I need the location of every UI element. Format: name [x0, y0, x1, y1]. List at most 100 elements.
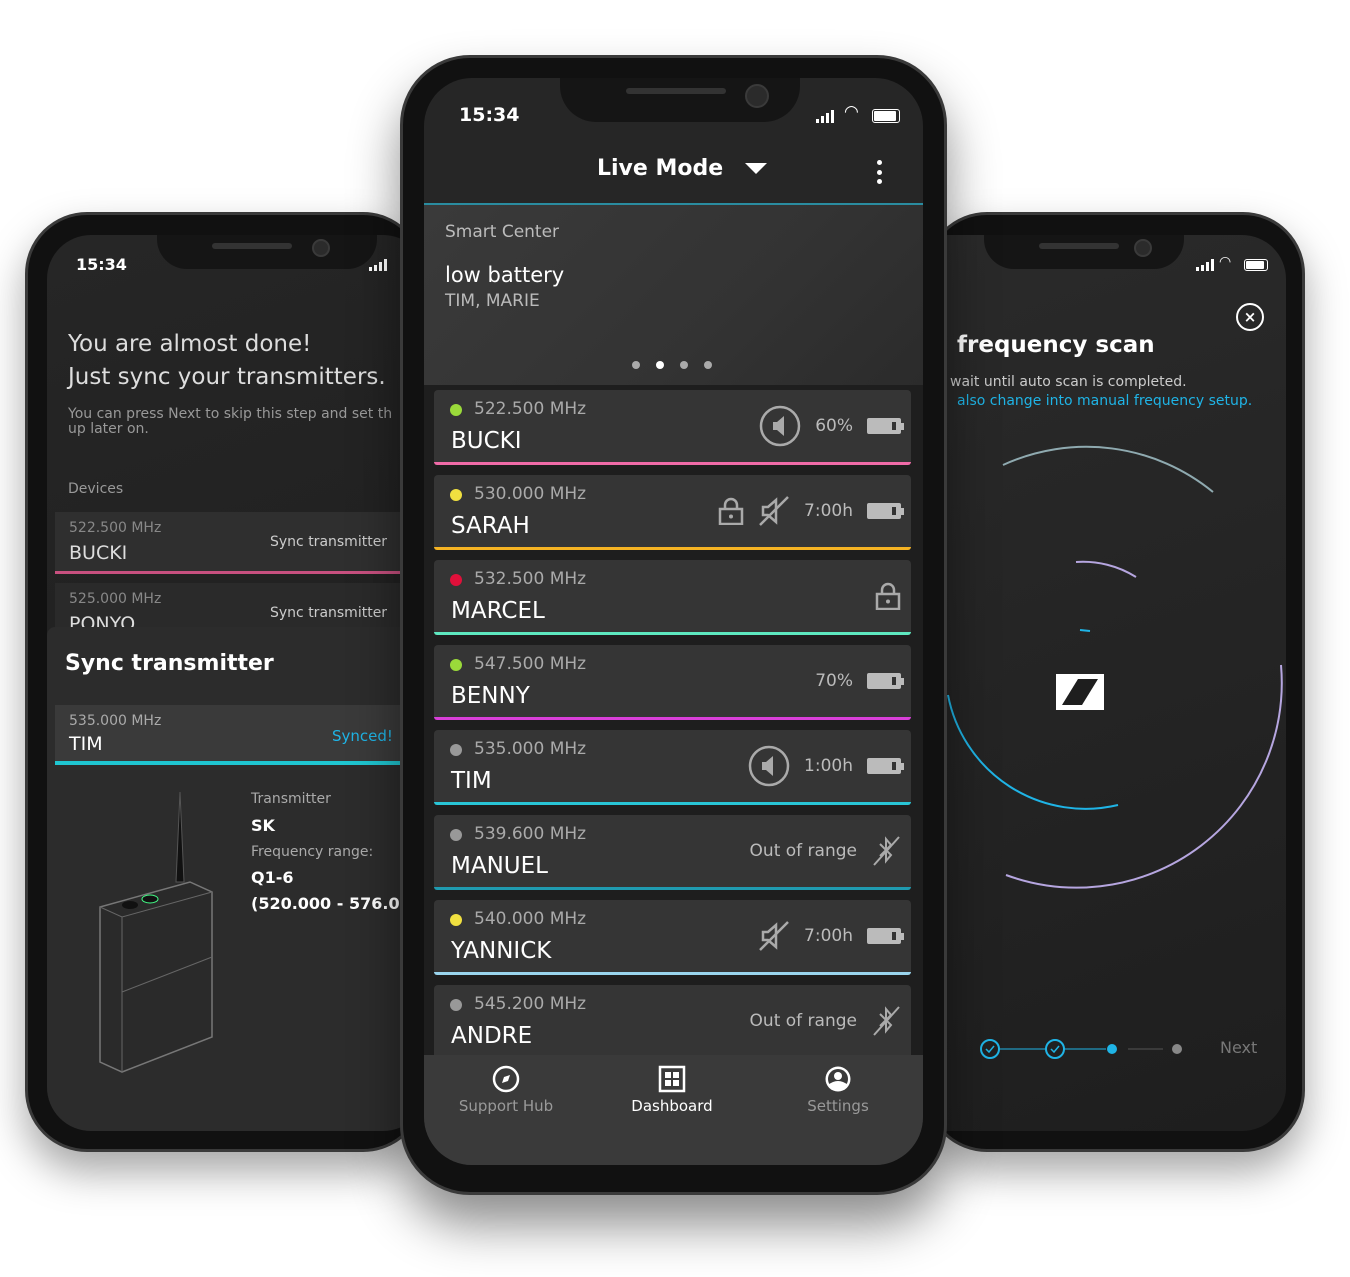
battery-icon	[867, 928, 904, 944]
channel-frequency: 545.200 MHz	[474, 994, 587, 1014]
channel-name: SARAH	[451, 513, 530, 539]
scan-title: frequency scan	[957, 332, 1155, 358]
close-icon: ×	[1243, 308, 1257, 326]
speaker-icon[interactable]	[759, 405, 801, 447]
status-dot	[450, 999, 462, 1011]
compass-icon	[492, 1065, 520, 1093]
page-dot[interactable]	[704, 361, 712, 369]
channel-status: Out of range	[749, 841, 857, 861]
next-button[interactable]: Next	[1220, 1038, 1257, 1057]
synced-status: Synced!	[332, 727, 393, 745]
heading-line1: You are almost done!	[68, 331, 312, 357]
channel-name: ANDRE	[451, 1023, 533, 1049]
nav-settings[interactable]: Settings	[768, 1065, 908, 1115]
speaker-icon[interactable]	[748, 745, 790, 787]
synced-device-row: 535.000 MHz TIM Synced!	[55, 705, 427, 765]
range-label: Frequency range:	[251, 844, 374, 860]
battery-icon	[867, 418, 904, 434]
battery-icon	[867, 503, 904, 519]
channel-card[interactable]: 530.000 MHz SARAH 7:00h	[434, 475, 911, 550]
wifi-icon: ◠	[1219, 254, 1232, 270]
scan-radar	[947, 445, 1283, 889]
page-indicator[interactable]	[632, 361, 712, 369]
smart-center-panel[interactable]: Smart Center low battery TIM, MARIE	[424, 205, 923, 385]
heading-line2: Just sync your transmitters.	[68, 364, 386, 390]
channel-card[interactable]: 535.000 MHz TIM 1:00h	[434, 730, 911, 805]
device-row[interactable]: 522.500 MHz BUCKI Sync transmitter	[55, 512, 427, 574]
wifi-icon: ◠	[844, 102, 859, 122]
signal-icon	[369, 259, 387, 271]
channel-name: TIM	[451, 768, 492, 794]
device-freq: 535.000 MHz	[69, 713, 162, 729]
battery-icon	[872, 109, 900, 123]
channel-name: BUCKI	[451, 428, 522, 454]
channel-color-bar	[434, 717, 911, 720]
channel-card[interactable]: 522.500 MHz BUCKI 60%	[434, 390, 911, 465]
battery-icon	[1244, 259, 1268, 271]
channel-color-bar	[434, 632, 911, 635]
channel-frequency: 530.000 MHz	[474, 484, 587, 504]
channel-name: BENNY	[451, 683, 530, 709]
range-detail: (520.000 - 576.00	[251, 894, 411, 913]
center-phone: 15:34 ◠ Live Mode Smart Center low batte…	[400, 55, 947, 1195]
status-dot	[450, 914, 462, 926]
muted-icon	[758, 920, 790, 952]
status-dot	[450, 404, 462, 416]
transmitter-value: SK	[251, 816, 275, 835]
channel-status: Out of range	[749, 1011, 857, 1031]
muted-icon	[758, 495, 790, 527]
bottom-nav: Support Hub Dashboard Settings	[424, 1055, 923, 1165]
lock-icon	[875, 582, 901, 610]
channel-name: MARCEL	[451, 598, 545, 624]
channel-frequency: 535.000 MHz	[474, 739, 587, 759]
transmitter-illustration	[99, 791, 213, 1073]
mode-selector[interactable]: Live Mode	[597, 156, 768, 181]
sync-sheet: Sync transmitter 535.000 MHz TIM Synced!…	[47, 627, 427, 1131]
channel-card[interactable]: 539.600 MHz MANUEL Out of range	[434, 815, 911, 890]
status-dot	[450, 574, 462, 586]
channel-frequency: 547.500 MHz	[474, 654, 587, 674]
battery-icon	[867, 758, 904, 774]
nav-support-hub[interactable]: Support Hub	[436, 1065, 576, 1115]
alert-title: low battery	[445, 263, 565, 287]
nav-label: Settings	[807, 1097, 869, 1115]
close-button[interactable]: ×	[1236, 303, 1264, 331]
nav-dashboard[interactable]: Dashboard	[602, 1065, 742, 1115]
channel-status: 1:00h	[804, 756, 853, 776]
sync-transmitter-button[interactable]: Sync transmitter	[270, 605, 387, 621]
out-of-range-icon	[871, 1005, 901, 1037]
channel-card[interactable]: 540.000 MHz YANNICK 7:00h	[434, 900, 911, 975]
channel-frequency: 539.600 MHz	[474, 824, 587, 844]
battery-icon	[867, 673, 904, 689]
device-name: TIM	[69, 733, 103, 755]
subtext-line1: You can press Next to skip this step and…	[68, 406, 393, 422]
range-value: Q1-6	[251, 868, 294, 887]
channel-card[interactable]: 545.200 MHz ANDRE Out of range	[434, 985, 911, 1055]
page-title: Live Mode	[597, 156, 724, 181]
more-menu-button[interactable]	[874, 160, 884, 184]
transmitter-label: Transmitter	[251, 791, 331, 807]
page-dot[interactable]	[632, 361, 640, 369]
alert-names: TIM, MARIE	[445, 291, 540, 311]
page-dot[interactable]	[656, 361, 664, 369]
page-dot[interactable]	[680, 361, 688, 369]
channel-color-bar	[434, 547, 911, 550]
manual-setup-link[interactable]: also change into manual frequency setup.	[957, 393, 1252, 409]
right-phone: ◠ × frequency scan wait until auto scan …	[925, 212, 1305, 1152]
device-name: BUCKI	[69, 542, 128, 564]
subtext-line2: up later on.	[68, 421, 149, 437]
status-dot	[450, 659, 462, 671]
channel-list: 522.500 MHz BUCKI 60% 530.000 MHz SARAH 7:00h…	[424, 385, 923, 1055]
nav-label: Support Hub	[458, 1097, 554, 1115]
devices-label: Devices	[68, 481, 124, 497]
sync-transmitter-button[interactable]: Sync transmitter	[270, 534, 387, 550]
channel-color-bar	[434, 887, 911, 890]
channel-status: 7:00h	[804, 501, 853, 521]
channel-card[interactable]: 547.500 MHz BENNY 70%	[434, 645, 911, 720]
channel-frequency: 522.500 MHz	[474, 399, 587, 419]
signal-icon	[816, 110, 834, 123]
channel-card[interactable]: 532.500 MHz MARCEL	[434, 560, 911, 635]
sheet-title: Sync transmitter	[65, 651, 274, 676]
channel-frequency: 532.500 MHz	[474, 569, 587, 589]
status-dot	[450, 829, 462, 841]
